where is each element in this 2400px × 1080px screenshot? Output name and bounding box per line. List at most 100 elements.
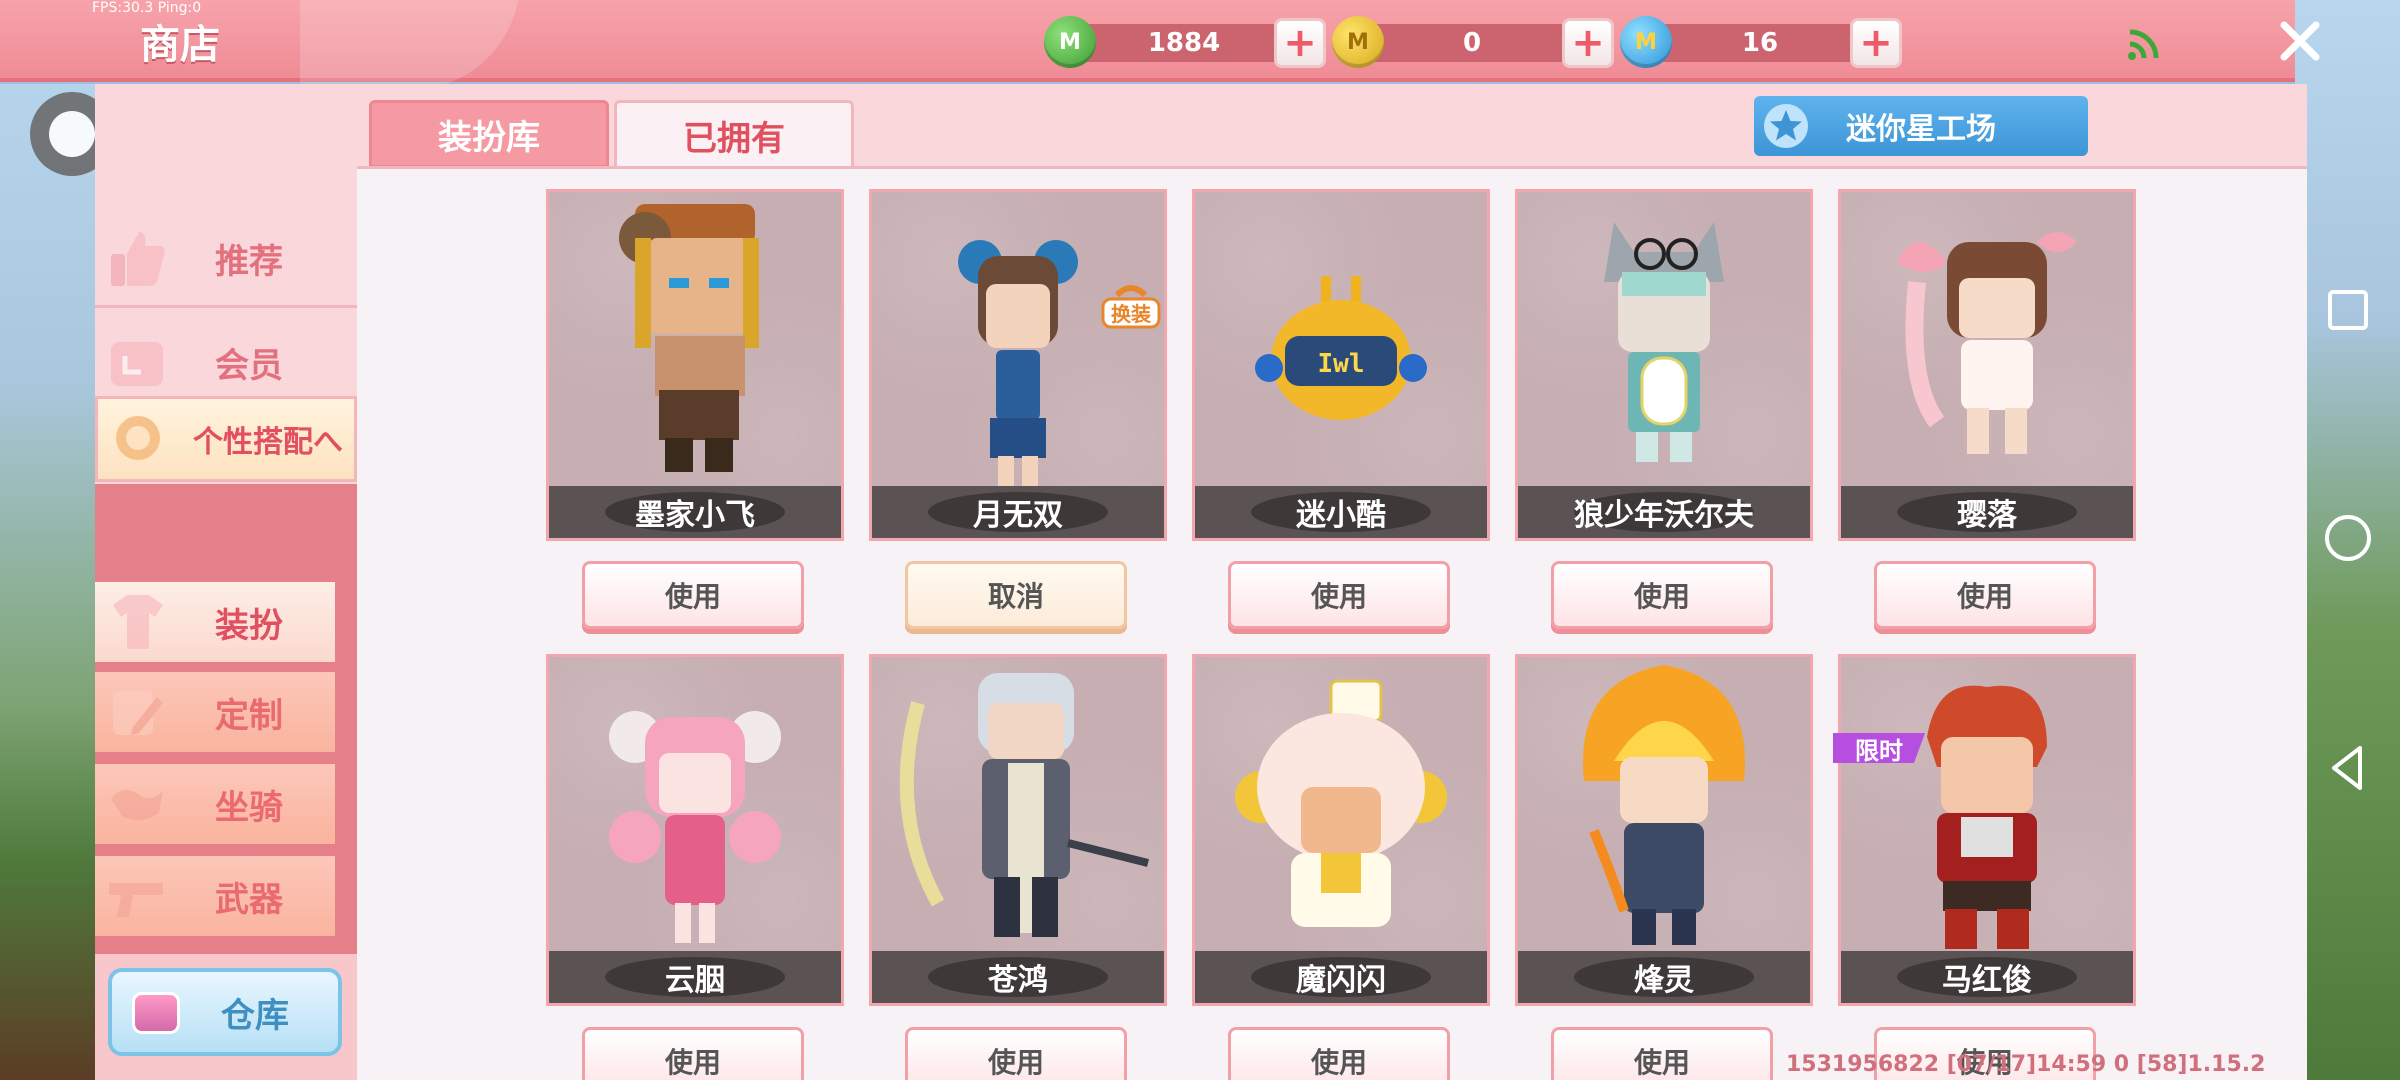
pencil-icon	[113, 691, 163, 735]
use-button[interactable]: 使用	[582, 561, 804, 629]
use-button[interactable]: 使用	[582, 1027, 804, 1080]
page-title: 商店	[140, 22, 220, 68]
outfit-card[interactable]: 墨家小飞	[546, 189, 844, 541]
use-button[interactable]: 使用	[1228, 1027, 1450, 1080]
outfit-card[interactable]: 云胭	[546, 654, 844, 1006]
character-portrait	[619, 204, 759, 472]
card-name-bar: 璎落	[1841, 486, 2133, 538]
card-name-bar: 月无双	[872, 486, 1164, 538]
sidebar-item-label: 装扮	[215, 605, 283, 646]
outfit-card[interactable]: 狼少年沃尔夫	[1515, 189, 1813, 541]
outfit-icon	[116, 416, 160, 460]
card-name-bar: 马红俊	[1841, 951, 2133, 1003]
exchange-icon: 换装	[1101, 285, 1161, 329]
currency-green: M 1884 +	[1044, 16, 1344, 68]
currency-value: 0	[1462, 28, 1482, 58]
sidebar: 推荐 会员 个性搭配へ 装扮 定制 坐骑 武器 仓库	[95, 84, 357, 1080]
card-name: 云胭	[665, 963, 725, 998]
green-m-coin-icon: M	[1044, 16, 1096, 68]
use-button[interactable]: 使用	[905, 1027, 1127, 1080]
svg-text:换装: 换装	[1111, 302, 1151, 326]
card-name: 苍鸿	[988, 963, 1048, 998]
top-bar: FPS:30.3 Ping:0 商店 M 1884 + M 0 + M 16 +	[0, 0, 2320, 90]
sidebar-item-label: 推荐	[215, 242, 283, 282]
outfit-card[interactable]: 烽灵	[1515, 654, 1813, 1006]
close-icon	[2280, 21, 2320, 61]
card-name: 烽灵	[1634, 963, 1694, 998]
sidebar-item-recommend[interactable]: 推荐	[95, 212, 357, 308]
card-name-bar: 狼少年沃尔夫	[1518, 486, 1810, 538]
top-bar-decoration	[300, 0, 520, 90]
star-icon	[1764, 104, 1808, 148]
character-portrait	[1897, 232, 2077, 454]
tab-dressup-library[interactable]: 装扮库	[369, 100, 609, 168]
item-grid: 墨家小飞 使用 月无双 取消 换装 Iwl 迷小酷 使用 狼少年沃尔夫 使用 璎…	[357, 166, 2307, 1080]
character-portrait	[1235, 679, 1447, 927]
character-portrait	[1604, 222, 1724, 462]
cancel-button[interactable]: 取消	[905, 561, 1127, 629]
currency-blue: M 16 +	[1620, 16, 1920, 68]
sidebar-subitem-custom[interactable]: 定制	[95, 672, 335, 752]
card-name: 月无双	[973, 498, 1063, 533]
sidebar-item-label: 坐骑	[215, 787, 283, 828]
warehouse-label: 仓库	[221, 995, 289, 1036]
sidebar-subitem-dressup[interactable]: 装扮	[95, 582, 335, 662]
outfit-card[interactable]: 马红俊	[1838, 654, 2136, 1006]
card-name-bar: 云胭	[549, 951, 841, 1003]
sidebar-item-outfit[interactable]: 个性搭配へ	[95, 396, 357, 482]
warehouse-button[interactable]: 仓库	[108, 968, 342, 1056]
workshop-label: 迷你星工场	[1846, 112, 1996, 147]
mini-workshop-button[interactable]: 迷你星工场	[1754, 96, 2088, 156]
card-name-bar: 墨家小飞	[549, 486, 841, 538]
currency-gold: M 0 +	[1332, 16, 1632, 68]
saddle-icon	[111, 789, 163, 821]
currency-value: 1884	[1147, 28, 1221, 58]
home-icon[interactable]	[2320, 510, 2376, 566]
card-name: 魔闪闪	[1296, 963, 1386, 998]
thumbs-up-icon	[111, 231, 165, 286]
blue-m-coin-icon: M	[1620, 16, 1672, 68]
character-portrait: Iwl	[1255, 276, 1427, 420]
use-button[interactable]: 使用	[1551, 1027, 1773, 1080]
card-name: 墨家小飞	[635, 498, 755, 533]
gun-icon	[109, 883, 163, 917]
sidebar-subpanel: 装扮 定制 坐骑 武器	[95, 484, 357, 954]
add-green-coin-button[interactable]: +	[1274, 18, 1326, 68]
sidebar-item-label: 武器	[215, 879, 283, 920]
card-name: 马红俊	[1942, 963, 2032, 998]
card-name: 狼少年沃尔夫	[1574, 498, 1754, 533]
card-name-bar: 魔闪闪	[1195, 951, 1487, 1003]
card-name: 迷小酷	[1296, 498, 1386, 533]
currency-value: 16	[1741, 28, 1779, 58]
game-scene-left	[0, 84, 100, 1080]
character-portrait	[609, 711, 781, 943]
tab-owned[interactable]: 已拥有	[614, 100, 854, 168]
card-name: 璎落	[1957, 498, 2017, 533]
card-name-bar: 迷小酷	[1195, 486, 1487, 538]
character-portrait	[1583, 665, 1745, 945]
add-blue-coin-button[interactable]: +	[1850, 18, 1902, 68]
outfit-card[interactable]: 苍鸿	[869, 654, 1167, 1006]
sidebar-item-label: 定制	[215, 695, 283, 736]
outfit-card[interactable]: 月无双	[869, 189, 1167, 541]
main-panel: 装扮库 已拥有 迷你星工场 墨家小飞 使用 月无双 取消 换装 Iwl 迷小酷 …	[357, 84, 2307, 1080]
back-icon[interactable]	[2320, 740, 2376, 796]
svg-text:Iwl: Iwl	[1318, 349, 1365, 379]
add-gold-coin-button[interactable]: +	[1562, 18, 1614, 68]
sidebar-item-label: 个性搭配へ	[193, 425, 343, 460]
character-portrait	[899, 673, 1149, 937]
signal-icon	[2128, 29, 2159, 60]
outfit-card[interactable]: 魔闪闪	[1192, 654, 1490, 1006]
use-button[interactable]: 使用	[1874, 561, 2096, 629]
gold-m-coin-icon: M	[1332, 16, 1384, 68]
sidebar-subitem-mount[interactable]: 坐骑	[95, 764, 335, 844]
recent-apps-icon[interactable]	[2320, 282, 2376, 338]
card-name-bar: 苍鸿	[872, 951, 1164, 1003]
outfit-card[interactable]: 璎落	[1838, 189, 2136, 541]
build-info: 1531956822 [07/17]14:59 0 [58]1.15.2	[1786, 1052, 2266, 1077]
sidebar-subitem-weapon[interactable]: 武器	[95, 856, 335, 936]
close-button[interactable]	[2280, 0, 2320, 82]
use-button[interactable]: 使用	[1228, 561, 1450, 629]
outfit-card[interactable]: Iwl 迷小酷	[1192, 189, 1490, 541]
use-button[interactable]: 使用	[1551, 561, 1773, 629]
